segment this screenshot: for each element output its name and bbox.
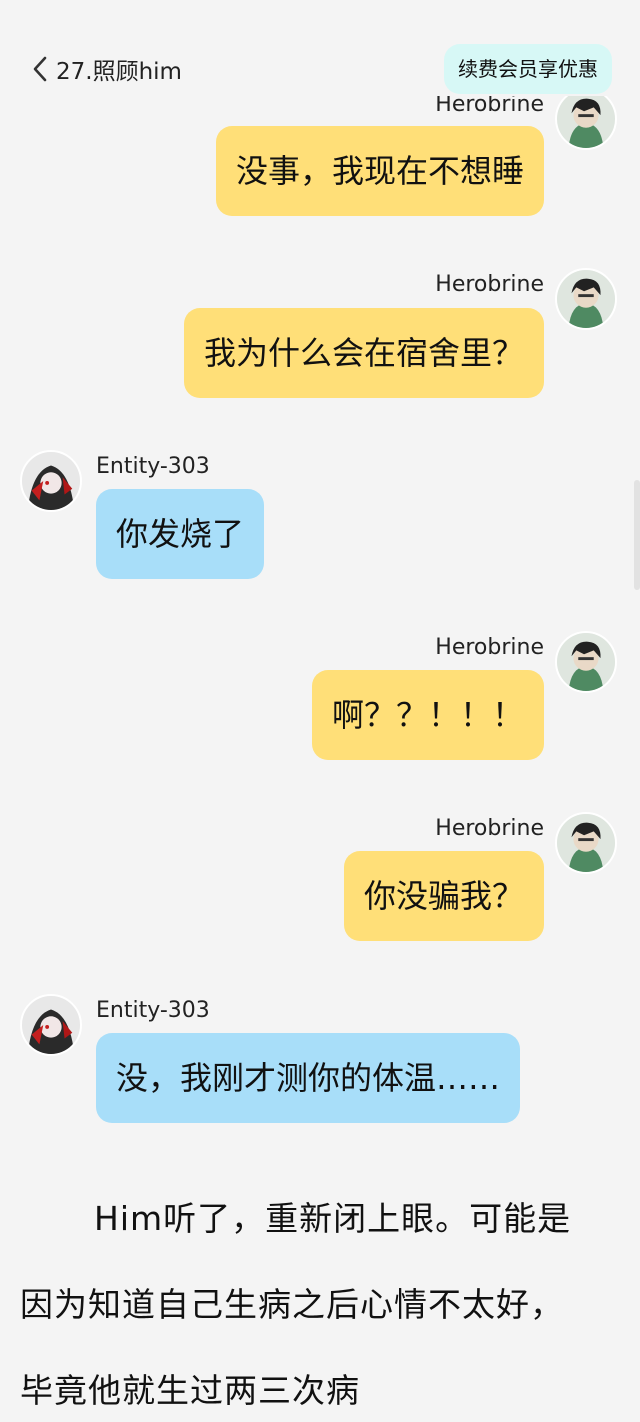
sender-name: Herobrine — [435, 272, 544, 297]
message-bubble[interactable]: 你没骗我？ — [343, 851, 544, 941]
herobrine-avatar[interactable] — [555, 631, 617, 693]
chevron-left-icon — [33, 56, 47, 82]
top-bar: 27.照顾him 续费会员享优惠 — [0, 0, 640, 108]
message-bubble[interactable]: 我为什么会在宿舍里？ — [183, 308, 544, 398]
narration-line: Him听了，重新闭上眼。可能是 — [94, 1199, 572, 1238]
sender-name: Herobrine — [435, 635, 544, 660]
message-bubble[interactable]: 啊？？！！！ — [311, 670, 544, 760]
sender-name: Entity-303 — [96, 998, 210, 1023]
narration-line: 毕竟他就生过两三次病 — [20, 1371, 360, 1410]
chat-feed[interactable]: Herobrine 没事，我现在不想睡 Herobrine 我为什么会在宿舍里？… — [0, 0, 640, 1422]
back-button[interactable]: 27.照顾him — [30, 52, 182, 86]
narration-line: 因为知道自己生病之后心情不太好， — [20, 1285, 564, 1324]
entity-303-avatar[interactable] — [20, 994, 82, 1056]
sender-name: Entity-303 — [96, 454, 210, 479]
message-bubble[interactable]: 你发烧了 — [96, 489, 265, 579]
message-bubble[interactable]: 没，我刚才测你的体温…… — [96, 1033, 521, 1123]
sender-name: Herobrine — [435, 816, 544, 841]
herobrine-avatar[interactable] — [555, 812, 617, 874]
message-bubble[interactable]: 没事，我现在不想睡 — [215, 126, 544, 216]
herobrine-avatar[interactable] — [555, 268, 617, 330]
entity-303-avatar[interactable] — [20, 450, 82, 512]
chapter-title: 27.照顾him — [56, 59, 182, 85]
scrollbar[interactable] — [634, 480, 640, 590]
vip-renew-button[interactable]: 续费会员享优惠 — [444, 44, 612, 94]
